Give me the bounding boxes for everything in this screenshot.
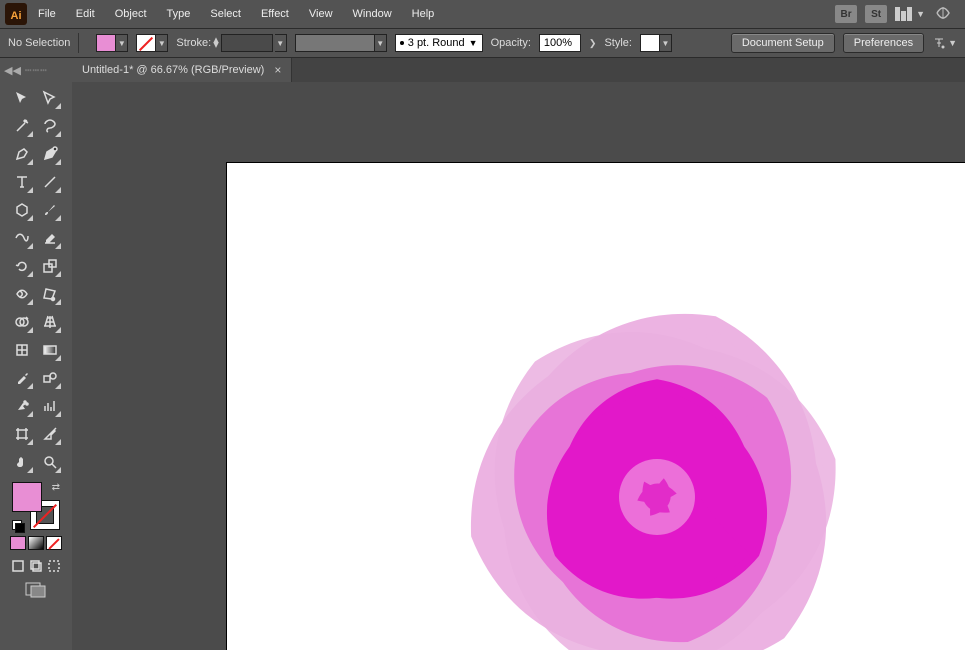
selection-tool[interactable]: [10, 86, 34, 110]
opacity-dropdown[interactable]: ❯: [589, 38, 597, 49]
menubar: Ai File Edit Object Type Select Effect V…: [0, 0, 965, 28]
swap-fill-stroke-icon[interactable]: ⇄: [52, 482, 60, 493]
grip-dots-icon: ┅┅┅: [25, 64, 48, 77]
opacity-label: Opacity:: [491, 37, 531, 49]
brush-dot-icon: [400, 41, 404, 45]
hand-tool[interactable]: [10, 450, 34, 474]
width-tool[interactable]: [10, 282, 34, 306]
menu-select[interactable]: Select: [200, 4, 251, 24]
document-setup-button[interactable]: Document Setup: [731, 33, 835, 53]
opacity-field[interactable]: 100%: [539, 34, 581, 52]
menu-object[interactable]: Object: [105, 4, 157, 24]
screen-mode-button[interactable]: [25, 582, 47, 601]
pencil-tool[interactable]: [10, 226, 34, 250]
color-mode-none[interactable]: [46, 536, 62, 550]
menu-view[interactable]: View: [299, 4, 343, 24]
curvature-tool[interactable]: [38, 142, 62, 166]
stock-icon[interactable]: St: [865, 5, 887, 23]
close-tab-button[interactable]: ×: [274, 63, 281, 77]
draw-normal-icon[interactable]: [10, 558, 26, 574]
default-fill-stroke-icon[interactable]: [12, 520, 22, 530]
symbol-sprayer-tool[interactable]: [10, 394, 34, 418]
toolbox: ⇄: [0, 82, 72, 650]
zoom-tool[interactable]: [38, 450, 62, 474]
document-tab-row: ◀◀ ┅┅┅ Untitled-1* @ 66.67% (RGB/Preview…: [0, 58, 965, 82]
stroke-weight-field[interactable]: [221, 34, 273, 52]
rotate-tool[interactable]: [10, 254, 34, 278]
type-tool[interactable]: [10, 170, 34, 194]
blend-tool[interactable]: [38, 366, 62, 390]
artboard-tool[interactable]: [10, 422, 34, 446]
mesh-tool[interactable]: [10, 338, 34, 362]
lasso-tool[interactable]: [38, 114, 62, 138]
draw-behind-icon[interactable]: [28, 558, 44, 574]
app-logo: Ai: [4, 2, 28, 26]
eyedropper-tool[interactable]: [10, 366, 34, 390]
perspective-grid-tool[interactable]: [38, 310, 62, 334]
menu-type[interactable]: Type: [157, 4, 201, 24]
stroke-swatch[interactable]: ▼: [136, 34, 168, 52]
gradient-tool[interactable]: [38, 338, 62, 362]
canvas[interactable]: [72, 82, 965, 650]
magic-wand-tool[interactable]: [10, 114, 34, 138]
eraser-tool[interactable]: [38, 226, 62, 250]
menu-file[interactable]: File: [28, 4, 66, 24]
column-graph-tool[interactable]: [38, 394, 62, 418]
color-mode-row: [10, 536, 62, 550]
toolbox-collapse-grip[interactable]: ◀◀ ┅┅┅: [0, 58, 72, 82]
stroke-weight-stepper[interactable]: ▴▾: [213, 38, 219, 48]
menu-help[interactable]: Help: [402, 4, 445, 24]
paintbrush-tool[interactable]: [38, 198, 62, 222]
stroke-weight-dropdown[interactable]: ▼: [275, 34, 287, 52]
selection-status: No Selection: [8, 37, 70, 49]
stroke-label: Stroke:: [176, 37, 211, 49]
collapse-chevrons-icon: ◀◀: [4, 64, 21, 77]
color-mode-gradient[interactable]: [28, 536, 44, 550]
brush-definition[interactable]: 3 pt. Round ▼: [395, 34, 483, 52]
variable-width-profile[interactable]: [295, 34, 375, 52]
control-bar: No Selection ▼ ▼ Stroke: ▴▾ ▼ ▼ 3 pt. Ro…: [0, 28, 965, 58]
pen-tool[interactable]: [10, 142, 34, 166]
line-tool[interactable]: [38, 170, 62, 194]
document-tab[interactable]: Untitled-1* @ 66.67% (RGB/Preview) ×: [72, 58, 292, 82]
color-mode-color[interactable]: [10, 536, 26, 550]
free-transform-tool[interactable]: [38, 282, 62, 306]
gpu-preview-icon[interactable]: [933, 5, 953, 24]
preferences-button[interactable]: Preferences: [843, 33, 924, 53]
shape-builder-tool[interactable]: [10, 310, 34, 334]
rectangle-tool[interactable]: [10, 198, 34, 222]
direct-selection-tool[interactable]: [38, 86, 62, 110]
align-flyout-icon[interactable]: ▼: [932, 36, 957, 50]
menu-window[interactable]: Window: [343, 4, 402, 24]
style-label: Style:: [604, 37, 632, 49]
artwork-flower: [422, 282, 892, 650]
document-tab-title: Untitled-1* @ 66.67% (RGB/Preview): [82, 64, 264, 76]
workspace: ⇄: [0, 82, 965, 650]
bridge-icon[interactable]: Br: [835, 5, 857, 23]
draw-modes: [10, 558, 62, 574]
menu-edit[interactable]: Edit: [66, 4, 105, 24]
draw-inside-icon[interactable]: [46, 558, 62, 574]
brush-label: 3 pt. Round: [408, 37, 465, 49]
variable-width-dropdown[interactable]: ▼: [375, 34, 387, 52]
graphic-style-swatch[interactable]: ▼: [640, 34, 672, 52]
arrange-documents-icon[interactable]: ▼: [895, 7, 925, 21]
fill-stroke-control[interactable]: ⇄: [12, 482, 60, 530]
menu-effect[interactable]: Effect: [251, 4, 299, 24]
svg-text:Ai: Ai: [11, 10, 22, 22]
fill-color-box[interactable]: [12, 482, 42, 512]
slice-tool[interactable]: [38, 422, 62, 446]
chevron-down-icon: ▼: [916, 9, 925, 19]
scale-tool[interactable]: [38, 254, 62, 278]
fill-swatch[interactable]: ▼: [96, 34, 128, 52]
